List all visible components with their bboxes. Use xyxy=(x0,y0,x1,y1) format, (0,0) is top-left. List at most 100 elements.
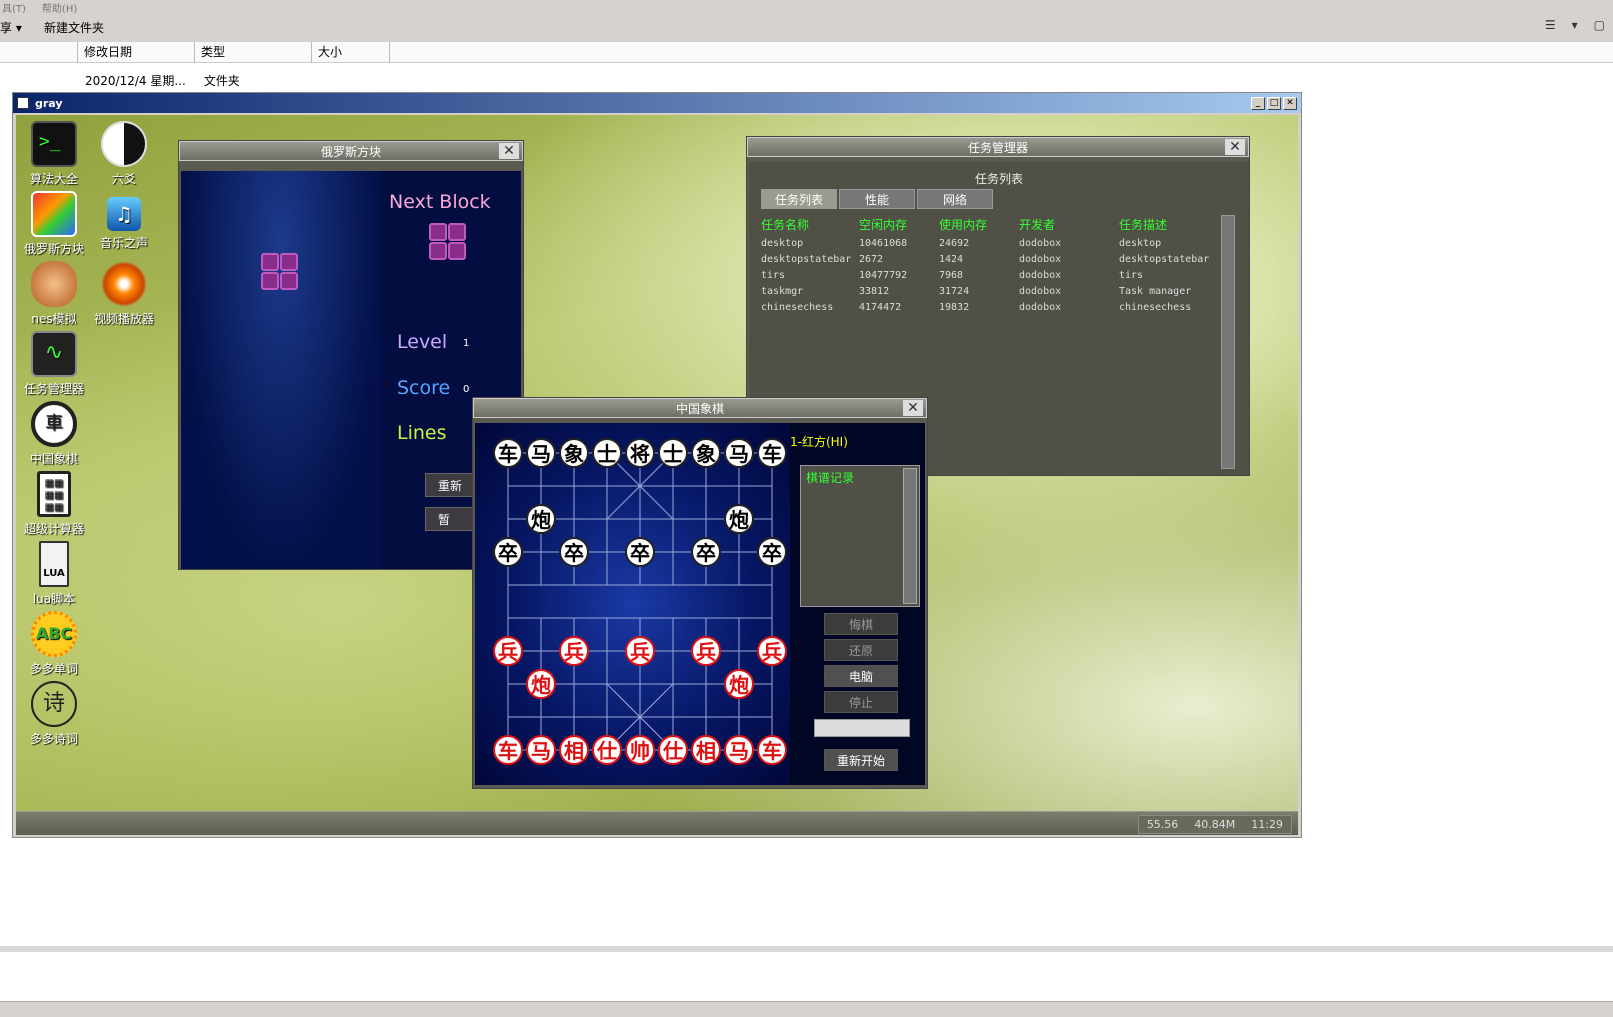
black-piece[interactable]: 将 xyxy=(625,438,655,468)
desktop-icon-calculator[interactable]: ▦▦ ▦▦ ▦▦ 超级计算器 xyxy=(18,471,90,537)
red-piece[interactable]: 车 xyxy=(493,735,523,765)
desktop-icon-poems[interactable]: 诗 多多诗词 xyxy=(18,681,90,747)
chess-titlebar[interactable]: 中国象棋 ✕ xyxy=(473,398,927,418)
file-row[interactable]: 2020/12/4 星期... 文件夹 xyxy=(85,72,240,89)
black-pawn[interactable]: 卒 xyxy=(559,537,589,567)
table-row[interactable]: taskmgr 33812 31724 dodobox Task manager xyxy=(761,284,1241,300)
table-row[interactable]: desktop 10461068 24692 dodobox desktop xyxy=(761,236,1241,252)
red-piece[interactable]: 帅 xyxy=(625,735,655,765)
red-piece[interactable]: 相 xyxy=(559,735,589,765)
desktop-icon-tetris[interactable]: 俄罗斯方块 xyxy=(18,191,90,257)
black-pawn[interactable]: 卒 xyxy=(757,537,787,567)
black-cannon[interactable]: 炮 xyxy=(724,504,754,534)
column-type[interactable]: 类型 xyxy=(195,42,312,63)
red-cannon[interactable]: 炮 xyxy=(724,669,754,699)
black-pawn[interactable]: 卒 xyxy=(691,537,721,567)
stop-button[interactable]: 停止 xyxy=(824,691,898,713)
record-scrollbar[interactable] xyxy=(903,468,917,604)
undo-button[interactable]: 悔棋 xyxy=(824,613,898,635)
close-icon[interactable]: ✕ xyxy=(1225,139,1245,155)
task-table: 任务名称 空闲内存 使用内存 开发者 任务描述 desktop 10461068 2… xyxy=(761,214,1241,316)
table-row[interactable]: tirs 10477792 7968 dodobox tirs xyxy=(761,268,1241,284)
close-icon[interactable]: ✕ xyxy=(903,400,923,416)
share-button[interactable]: 享 ▾ xyxy=(0,19,40,36)
share-label: 享 xyxy=(0,20,13,35)
tetris-well[interactable] xyxy=(181,171,381,569)
red-pawn[interactable]: 兵 xyxy=(691,636,721,666)
col-developer[interactable]: 开发者 xyxy=(1019,214,1119,236)
minimize-button[interactable]: _ xyxy=(1251,96,1265,110)
red-pawn[interactable]: 兵 xyxy=(757,636,787,666)
black-piece[interactable]: 象 xyxy=(559,438,589,468)
red-piece[interactable]: 相 xyxy=(691,735,721,765)
black-piece[interactable]: 车 xyxy=(757,438,787,468)
red-piece[interactable]: 马 xyxy=(526,735,556,765)
view-list-icon[interactable]: ☰ xyxy=(1545,18,1556,32)
col-used-mem[interactable]: 使用内存 xyxy=(939,214,1019,236)
red-piece[interactable]: 仕 xyxy=(592,735,622,765)
black-piece[interactable]: 马 xyxy=(526,438,556,468)
black-pawn[interactable]: 卒 xyxy=(493,537,523,567)
desktop-icon-chess[interactable]: 車 中国象棋 xyxy=(18,401,90,467)
col-task-name[interactable]: 任务名称 xyxy=(761,214,859,236)
abc-icon: ABC xyxy=(31,611,77,657)
falling-block xyxy=(280,272,298,290)
red-piece[interactable]: 车 xyxy=(757,735,787,765)
red-piece[interactable]: 仕 xyxy=(658,735,688,765)
black-piece[interactable]: 象 xyxy=(691,438,721,468)
maximize-button[interactable]: □ xyxy=(1267,96,1281,110)
task-name: chinesechess xyxy=(761,302,834,313)
tab-tasks[interactable]: 任务列表 xyxy=(761,189,837,209)
desktop-icon-words[interactable]: ABC 多多单词 xyxy=(18,611,90,677)
desktop-icon-video[interactable]: 视频播放器 xyxy=(88,261,160,327)
desktop-icon-lua[interactable]: LUA lua脚本 xyxy=(18,541,90,607)
terminal-icon: >_ xyxy=(31,121,77,167)
new-game-button[interactable]: 重新开始 xyxy=(824,749,898,771)
explorer-toolbar-area: 具(T) 帮助(H) 享 ▾ 新建文件夹 ☰ ▾ ▢ xyxy=(0,0,1613,42)
black-piece[interactable]: 士 xyxy=(658,438,688,468)
lua-icon: LUA xyxy=(39,541,69,587)
taskmgr-scrollbar[interactable] xyxy=(1221,215,1235,469)
red-piece[interactable]: 马 xyxy=(724,735,754,765)
menu-tools[interactable]: 具(T) xyxy=(2,0,26,15)
close-icon[interactable]: ✕ xyxy=(499,143,519,159)
table-row[interactable]: desktopstatebar 2672 1424 dodobox desktopsta… xyxy=(761,252,1241,268)
desktop-icon-taskmgr[interactable]: ∿ 任务管理器 xyxy=(18,331,90,397)
level-value: 1 xyxy=(463,338,470,349)
chevron-down-icon[interactable]: ▾ xyxy=(1572,18,1578,32)
table-row[interactable]: chinesechess 4174472 19832 dodobox chinesech… xyxy=(761,300,1241,316)
desktop-icon-music[interactable]: ♫ 音乐之声 xyxy=(88,191,160,251)
red-pawn[interactable]: 兵 xyxy=(559,636,589,666)
computer-button[interactable]: 电脑 xyxy=(824,665,898,687)
tetris-titlebar[interactable]: 俄罗斯方块 ✕ xyxy=(179,141,523,161)
black-cannon[interactable]: 炮 xyxy=(526,504,556,534)
column-size[interactable]: 大小 xyxy=(312,42,390,63)
column-modified[interactable]: 修改日期 xyxy=(78,42,195,63)
red-pawn[interactable]: 兵 xyxy=(625,636,655,666)
tab-performance[interactable]: 性能 xyxy=(839,189,915,209)
col-free-mem[interactable]: 空闲内存 xyxy=(859,214,939,236)
preview-pane-icon[interactable]: ▢ xyxy=(1594,18,1605,32)
free-mem: 4174472 xyxy=(859,302,902,313)
black-piece[interactable]: 车 xyxy=(493,438,523,468)
black-piece[interactable]: 士 xyxy=(592,438,622,468)
chess-board[interactable]: 车马象士将士象马车炮炮卒卒卒卒卒兵兵兵兵兵炮炮车马相仕帅仕相马车 xyxy=(475,423,790,785)
desktop-icon-nes[interactable]: nes模拟 xyxy=(18,261,90,327)
task-name: tirs xyxy=(761,270,786,281)
close-button[interactable]: ✕ xyxy=(1283,96,1297,110)
gray-titlebar[interactable]: gray _ □ ✕ xyxy=(13,93,1301,113)
red-pawn[interactable]: 兵 xyxy=(493,636,523,666)
tab-network[interactable]: 网络 xyxy=(917,189,993,209)
progress-field xyxy=(814,719,910,737)
desktop-icon-algorithms[interactable]: >_ 算法大全 xyxy=(18,121,90,187)
menu-help[interactable]: 帮助(H) xyxy=(42,0,77,15)
restore-button[interactable]: 还原 xyxy=(824,639,898,661)
black-piece[interactable]: 马 xyxy=(724,438,754,468)
new-folder-button[interactable]: 新建文件夹 xyxy=(44,19,104,36)
pulse-icon: ∿ xyxy=(31,331,77,377)
desktop-icon-liuyao[interactable]: 六爻 xyxy=(88,121,160,187)
black-pawn[interactable]: 卒 xyxy=(625,537,655,567)
taskmgr-titlebar[interactable]: 任务管理器 ✕ xyxy=(747,137,1249,157)
red-cannon[interactable]: 炮 xyxy=(526,669,556,699)
column-name[interactable] xyxy=(0,42,78,63)
